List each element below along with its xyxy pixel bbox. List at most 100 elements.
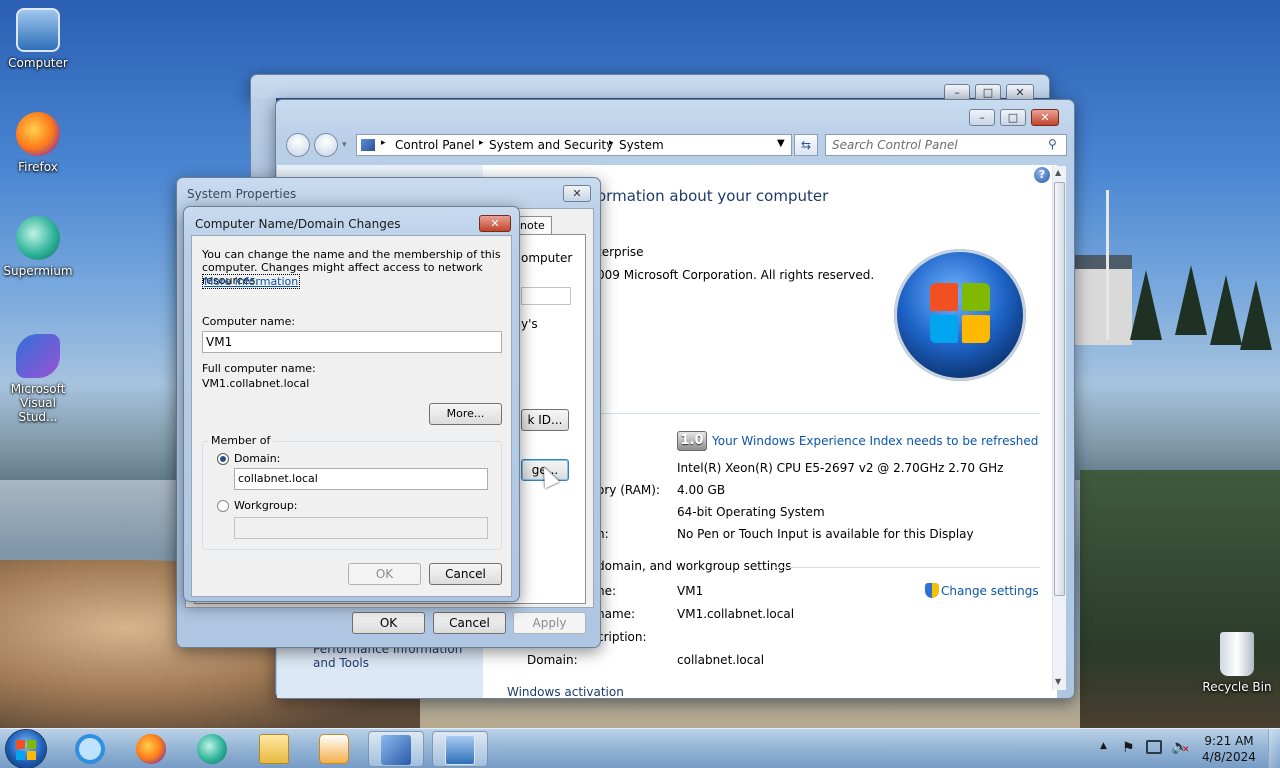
close-button[interactable]: ✕ (1031, 109, 1059, 126)
domain-input[interactable]: collabnet.local (234, 468, 488, 490)
domain-radio[interactable] (217, 453, 229, 465)
network-id-button[interactable]: k ID... (521, 409, 569, 431)
more-button[interactable]: More... (429, 403, 502, 425)
desktop-wallpaper-tree (1210, 275, 1242, 345)
desktop-icon-supermium[interactable]: Supermium (0, 216, 76, 278)
desktop-wallpaper-tree (1130, 270, 1162, 340)
ram-label: ory (RAM): (597, 483, 661, 497)
supermium-icon (197, 734, 227, 764)
desktop-icon-firefox[interactable]: Firefox (0, 112, 76, 174)
scroll-up-icon[interactable]: ▲ (1055, 168, 1061, 177)
windows-edition-value: terprise (597, 245, 644, 259)
forward-button[interactable] (314, 133, 338, 157)
search-box[interactable]: Search Control Panel ⚲ (825, 134, 1067, 156)
dialog-body: You can change the name and the membersh… (191, 235, 512, 597)
full-name-value: VM1.collabnet.local (677, 607, 795, 621)
breadcrumb-system[interactable]: System (619, 138, 664, 152)
search-icon[interactable]: ⚲ (1048, 137, 1057, 151)
processor-value: Intel(R) Xeon(R) CPU E5-2697 v2 @ 2.70GH… (677, 461, 1004, 475)
desktop-icon-label: Firefox (18, 160, 58, 174)
taskbar-control-panel[interactable] (368, 731, 424, 767)
breadcrumb-chevron-icon: ▸ (381, 138, 386, 148)
start-button[interactable] (6, 730, 46, 768)
media-player-icon (319, 734, 349, 764)
change-settings-link[interactable]: Change settings (941, 584, 1039, 598)
desktop-icon-recycle-bin[interactable]: Recycle Bin (1199, 632, 1275, 694)
experience-index-link[interactable]: Your Windows Experience Index needs to b… (712, 434, 1038, 448)
address-bar[interactable]: ▸ Control Panel ▸ System and Security ▸ … (356, 134, 792, 156)
taskbar: ▲ ⚑ 🔈 ✕ 9:21 AM 4/8/2024 (0, 728, 1280, 768)
breadcrumb-chevron-icon: ▸ (609, 138, 614, 148)
internet-explorer-icon (75, 734, 105, 764)
refresh-icon[interactable]: ⇆ (794, 134, 818, 156)
system-properties-ok-button[interactable]: OK (352, 612, 425, 634)
desktop-wallpaper-flagpole (1106, 190, 1109, 340)
full-computer-name-value: VM1.collabnet.local (202, 377, 310, 390)
experience-index-badge: 1.0 (677, 431, 707, 451)
clock[interactable]: 9:21 AM 4/8/2024 (1197, 733, 1261, 765)
taskbar-file-explorer[interactable] (246, 731, 302, 767)
show-hidden-icons-button[interactable]: ▲ (1100, 741, 1107, 751)
maximize-button[interactable]: □ (1000, 109, 1026, 126)
system-properties-cancel-button[interactable]: Cancel (433, 612, 506, 634)
section-divider (775, 567, 1040, 568)
network-icon[interactable] (1146, 740, 1162, 754)
desktop-icon-visual-studio[interactable]: Microsoft Visual Stud... (0, 334, 76, 424)
system-properties-apply-button[interactable]: Apply (513, 612, 586, 634)
address-dropdown-icon[interactable]: ▼ (777, 138, 785, 149)
dialog-ok-button[interactable]: OK (348, 563, 421, 585)
close-button[interactable]: ✕ (563, 185, 591, 202)
full-computer-name-label: Full computer name: (202, 362, 316, 375)
breadcrumb-system-and-security[interactable]: System and Security (489, 138, 613, 152)
scroll-down-icon[interactable]: ▼ (1055, 677, 1061, 686)
mute-x-icon: ✕ (1182, 745, 1190, 755)
section-divider (591, 413, 1040, 414)
firefox-icon (136, 734, 166, 764)
computer-description-input[interactable] (521, 287, 571, 305)
desktop-icon-label: Recycle Bin (1202, 680, 1272, 694)
computer-name-input[interactable]: VM1 (202, 331, 502, 353)
background-window[interactable]: – □ ✕ (250, 74, 1050, 101)
tab-remote[interactable]: note (516, 216, 552, 234)
close-button[interactable]: ✕ (479, 215, 511, 232)
more-information-link[interactable]: More information (202, 274, 301, 289)
desktop-icon-label: Microsoft Visual Stud... (10, 382, 66, 424)
desktop-icon-label: Supermium (3, 264, 73, 278)
visual-studio-icon (16, 334, 60, 378)
minimize-button[interactable]: – (969, 109, 995, 126)
section-heading-name-domain: domain, and workgroup settings (597, 559, 792, 573)
computer-name-dialog[interactable]: Computer Name/Domain Changes ✕ You can c… (183, 206, 520, 602)
supermium-icon (16, 216, 60, 260)
taskbar-system-properties[interactable] (432, 731, 488, 767)
computer-icon (16, 8, 60, 52)
control-panel-icon (361, 139, 375, 151)
computer-name-label: Computer name: (202, 315, 296, 328)
breadcrumb-control-panel[interactable]: Control Panel (395, 138, 475, 152)
recent-pages-chevron-icon[interactable]: ▾ (342, 140, 347, 150)
workgroup-input[interactable] (234, 517, 488, 539)
domain-radio-label[interactable]: Domain: (234, 452, 280, 465)
scrollbar-thumb[interactable] (1054, 182, 1065, 596)
pen-touch-value: No Pen or Touch Input is available for t… (677, 527, 974, 541)
dialog-title: Computer Name/Domain Changes (195, 217, 401, 231)
breadcrumb-chevron-icon: ▸ (479, 138, 484, 148)
help-icon[interactable]: ? (1034, 167, 1050, 183)
vertical-scrollbar[interactable]: ▲ ▼ (1052, 166, 1066, 690)
workgroup-radio[interactable] (217, 500, 229, 512)
tab-text-fragment: y's (521, 317, 538, 331)
action-center-flag-icon[interactable]: ⚑ (1122, 740, 1135, 756)
back-button[interactable] (286, 133, 310, 157)
taskbar-firefox[interactable] (123, 731, 179, 767)
desktop-wallpaper-house (1070, 255, 1132, 345)
taskbar-internet-explorer[interactable] (62, 731, 118, 767)
taskbar-media-player[interactable] (306, 731, 362, 767)
clock-time: 9:21 AM (1204, 734, 1254, 748)
taskbar-supermium[interactable] (184, 731, 240, 767)
show-desktop-button[interactable] (1268, 729, 1280, 768)
control-panel-icon (381, 735, 411, 765)
desktop-wallpaper-tree (1240, 280, 1272, 350)
desktop-icon-computer[interactable]: Computer (0, 8, 76, 70)
workgroup-radio-label[interactable]: Workgroup: (234, 499, 298, 512)
dialog-cancel-button[interactable]: Cancel (429, 563, 502, 585)
desktop-wallpaper-tree (1175, 265, 1207, 335)
